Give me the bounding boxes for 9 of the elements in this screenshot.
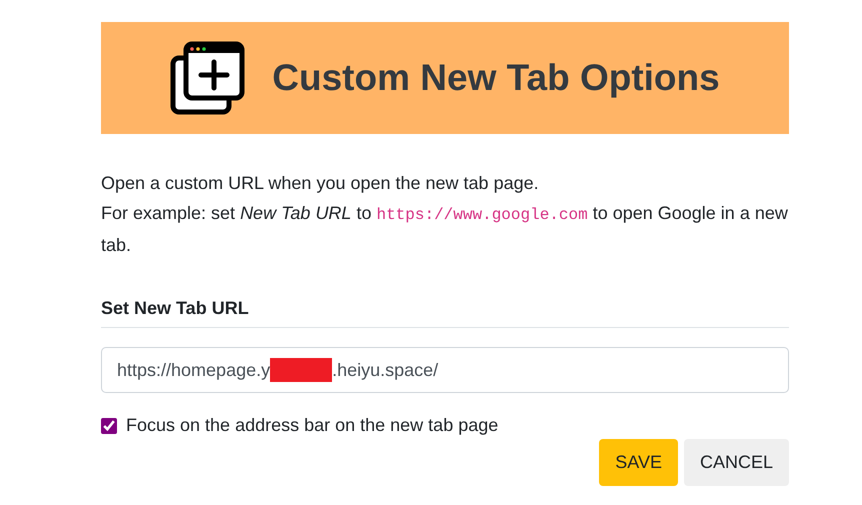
checkbox-label: Focus on the address bar on the new tab page xyxy=(126,415,498,436)
intro-text: Open a custom URL when you open the new tab page. For example: set New Tab URL to https://www.google.com to open Google in a new tab. xyxy=(101,172,789,257)
section-heading: Set New Tab URL xyxy=(101,298,789,328)
url-field[interactable]: https://homepage.y .heiyu.space/ xyxy=(101,347,789,393)
page-title: Custom New Tab Options xyxy=(272,57,720,99)
focus-checkbox[interactable] xyxy=(101,418,117,434)
new-tab-icon xyxy=(170,40,246,116)
cancel-button[interactable]: CANCEL xyxy=(684,439,789,486)
save-button[interactable]: SAVE xyxy=(599,439,678,486)
